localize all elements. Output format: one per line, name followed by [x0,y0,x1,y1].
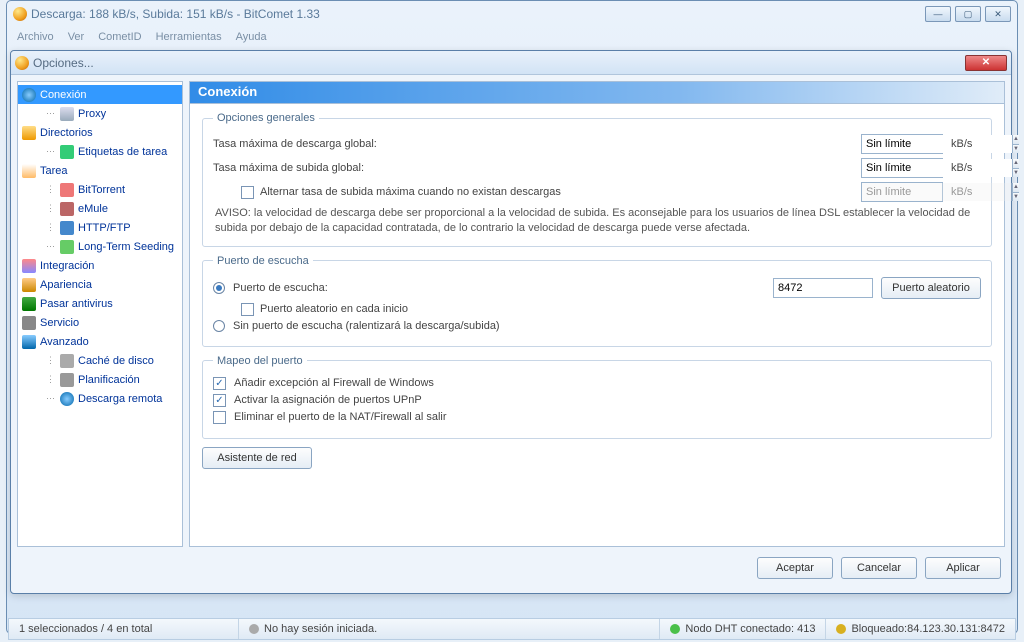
maximize-button[interactable]: ▢ [955,6,981,22]
tree-remota[interactable]: ⋯Descarga remota [18,389,182,408]
menu-ayuda[interactable]: Ayuda [236,31,267,43]
label-listen-port: Puerto de escucha: [233,282,765,294]
input-alt-rate: ▲▼ [861,182,943,202]
status-selection: 1 seleccionados / 4 en total [9,619,239,639]
spin-down-icon: ▼ [1012,145,1019,154]
legend-listen: Puerto de escucha [213,255,313,267]
spin-up-icon: ▲ [1012,135,1019,145]
group-listen: Puerto de escucha Puerto de escucha: Pue… [202,255,992,347]
unit-kbs: kB/s [951,138,981,150]
options-tree[interactable]: Conexión ⋯Proxy Directorios ⋯Etiquetas d… [17,81,183,547]
legend-mapping: Mapeo del puerto [213,355,307,367]
blocked-status-icon [836,624,846,634]
check-upnp[interactable]: ✓ [213,394,226,407]
tree-conexion[interactable]: Conexión [18,85,182,104]
options-dialog: Opciones... ✕ Conexión ⋯Proxy Directorio… [10,50,1012,594]
menu-archivo[interactable]: Archivo [17,31,54,43]
tree-antivirus[interactable]: Pasar antivirus [18,294,182,313]
radio-listen-port[interactable] [213,282,225,294]
check-alt-rate[interactable] [241,186,254,199]
tree-integracion[interactable]: Integración [18,256,182,275]
minimize-button[interactable]: — [925,6,951,22]
tree-proxy[interactable]: ⋯Proxy [18,104,182,123]
random-port-button[interactable]: Puerto aleatorio [881,277,981,299]
input-port[interactable] [773,278,873,298]
ok-button[interactable]: Aceptar [757,557,833,579]
menu-ver[interactable]: Ver [68,31,85,43]
label-dl-rate: Tasa máxima de descarga global: [213,138,853,150]
status-session: No hay sesión iniciada. [264,623,377,635]
panel-title: Conexión [190,82,1004,104]
dialog-title: Opciones... [29,56,965,70]
note-aviso: AVISO: la velocidad de descarga debe ser… [215,206,979,236]
tree-apariencia[interactable]: Apariencia [18,275,182,294]
tree-lts[interactable]: ⋯Long-Term Seeding [18,237,182,256]
status-bar: 1 seleccionados / 4 en total No hay sesi… [8,618,1016,640]
check-nat[interactable] [213,411,226,424]
menu-herramientas[interactable]: Herramientas [156,31,222,43]
network-wizard-button[interactable]: Asistente de red [202,447,312,469]
label-nat: Eliminar el puerto de la NAT/Firewall al… [234,411,447,423]
label-alt-rate: Alternar tasa de subida máxima cuando no… [260,186,561,198]
tree-servicio[interactable]: Servicio [18,313,182,332]
dialog-footer: Aceptar Cancelar Aplicar [11,553,1011,583]
dialog-icon [15,56,29,70]
radio-no-listen[interactable] [213,320,225,332]
status-dht: Nodo DHT conectado: 413 [685,623,815,635]
menu-cometid[interactable]: CometID [98,31,141,43]
tree-bittorrent[interactable]: ⋮BitTorrent [18,180,182,199]
tree-emule[interactable]: ⋮eMule [18,199,182,218]
input-dl-rate[interactable]: ▲▼ [861,134,943,154]
check-random-start[interactable] [241,303,254,316]
dht-status-icon [670,624,680,634]
input-ul-rate[interactable]: ▲▼ [861,158,943,178]
app-icon [13,7,27,21]
group-mapping: Mapeo del puerto ✓ Añadir excepción al Fi… [202,355,992,439]
tree-etiquetas[interactable]: ⋯Etiquetas de tarea [18,142,182,161]
label-no-listen: Sin puerto de escucha (ralentizará la de… [233,320,500,332]
tree-http[interactable]: ⋮HTTP/FTP [18,218,182,237]
tree-cache[interactable]: ⋮Caché de disco [18,351,182,370]
settings-panel: Conexión Opciones generales Tasa máxima … [189,81,1005,547]
label-firewall: Añadir excepción al Firewall de Windows [234,377,434,389]
main-titlebar: Descarga: 188 kB/s, Subida: 151 kB/s - B… [7,1,1017,27]
apply-button[interactable]: Aplicar [925,557,1001,579]
label-upnp: Activar la asignación de puertos UPnP [234,394,422,406]
tree-tarea[interactable]: Tarea [18,161,182,180]
check-firewall[interactable]: ✓ [213,377,226,390]
main-menu: Archivo Ver CometID Herramientas Ayuda [7,27,1017,47]
tree-avanzado[interactable]: Avanzado [18,332,182,351]
tree-planificacion[interactable]: ⋮Planificación [18,370,182,389]
label-random-start: Puerto aleatorio en cada inicio [260,303,408,315]
status-blocked: Bloqueado:84.123.30.131:8472 [851,623,1005,635]
legend-general: Opciones generales [213,112,319,124]
session-status-icon [249,624,259,634]
label-ul-rate: Tasa máxima de subida global: [213,162,853,174]
group-general: Opciones generales Tasa máxima de descar… [202,112,992,247]
cancel-button[interactable]: Cancelar [841,557,917,579]
main-close-button[interactable]: ✕ [985,6,1011,22]
main-title: Descarga: 188 kB/s, Subida: 151 kB/s - B… [27,7,925,21]
dialog-titlebar: Opciones... ✕ [11,51,1011,75]
dialog-close-button[interactable]: ✕ [965,55,1007,71]
tree-directorios[interactable]: Directorios [18,123,182,142]
